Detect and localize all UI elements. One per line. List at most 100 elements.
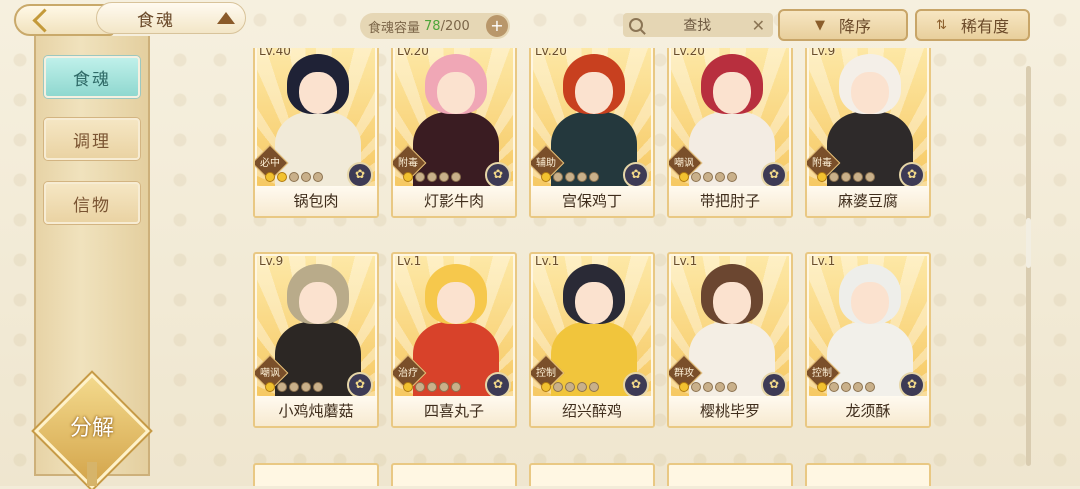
element-icon: ✿ bbox=[761, 372, 787, 398]
element-icon: ✿ bbox=[485, 162, 511, 188]
food-soul-card[interactable]: Lv.9 附毒 ✿ 麻婆豆腐 bbox=[805, 48, 931, 218]
star-icon bbox=[853, 172, 863, 182]
search-field[interactable]: 查找 ✕ bbox=[623, 13, 773, 37]
sort-order-button[interactable]: ▼ 降序 bbox=[778, 9, 908, 41]
star-icon bbox=[679, 172, 689, 182]
star-icon bbox=[577, 172, 587, 182]
tassel-ornament bbox=[87, 462, 97, 486]
role-tag-label: 辅助 bbox=[536, 158, 556, 169]
card-level: Lv.40 bbox=[259, 48, 291, 58]
sidebar-item-cooking[interactable]: 调理 bbox=[44, 118, 140, 160]
clear-search-icon[interactable]: ✕ bbox=[752, 16, 765, 35]
element-icon: ✿ bbox=[347, 162, 373, 188]
star-icon bbox=[727, 382, 737, 392]
sort-toggle-icon: ⇅ bbox=[936, 17, 947, 33]
food-soul-card[interactable]: Lv.1 控制 ✿ 龙须酥 bbox=[805, 252, 931, 428]
character-face bbox=[851, 72, 889, 114]
food-soul-card[interactable]: Lv.20 辅助 ✿ 宫保鸡丁 bbox=[529, 48, 655, 218]
food-soul-card[interactable]: Lv.20 附毒 ✿ 灯影牛肉 bbox=[391, 48, 517, 218]
star-rating bbox=[679, 172, 737, 182]
star-icon bbox=[565, 382, 575, 392]
star-icon bbox=[265, 382, 275, 392]
star-icon bbox=[865, 382, 875, 392]
card-level: Lv.1 bbox=[535, 254, 560, 268]
sidebar-item-label: 信物 bbox=[73, 195, 111, 216]
card-name: 麻婆豆腐 bbox=[807, 186, 929, 216]
card-name: 四喜丸子 bbox=[393, 396, 515, 426]
card-level: Lv.1 bbox=[811, 254, 836, 268]
food-soul-card[interactable]: Lv.40 必中 ✿ 锅包肉 bbox=[253, 48, 379, 218]
search-label: 查找 bbox=[683, 18, 712, 34]
food-soul-card-partial[interactable] bbox=[253, 463, 379, 486]
character-face bbox=[299, 72, 337, 114]
star-icon bbox=[817, 382, 827, 392]
star-icon bbox=[313, 172, 323, 182]
star-icon bbox=[541, 172, 551, 182]
sidebar-item-food-souls[interactable]: 食魂 bbox=[44, 56, 140, 98]
card-name: 樱桃毕罗 bbox=[669, 396, 791, 426]
card-name: 龙须酥 bbox=[807, 396, 929, 426]
card-level: Lv.9 bbox=[259, 254, 284, 268]
star-icon bbox=[415, 172, 425, 182]
star-icon bbox=[403, 172, 413, 182]
sidebar-item-tokens[interactable]: 信物 bbox=[44, 182, 140, 224]
role-tag-label: 控制 bbox=[812, 368, 832, 379]
food-soul-card-partial[interactable] bbox=[529, 463, 655, 486]
role-tag-label: 附毒 bbox=[398, 158, 418, 169]
star-icon bbox=[427, 172, 437, 182]
star-icon bbox=[577, 382, 587, 392]
star-icon bbox=[679, 382, 689, 392]
role-tag-label: 必中 bbox=[260, 158, 280, 169]
sidebar-item-label: 食魂 bbox=[73, 69, 111, 90]
character-face bbox=[299, 282, 337, 324]
decompose-label: 分解 bbox=[69, 416, 114, 441]
character-face bbox=[575, 72, 613, 114]
food-soul-card-partial[interactable] bbox=[391, 463, 517, 486]
page-title: 食魂 bbox=[137, 10, 175, 31]
sort-rarity-button[interactable]: ⇅ 稀有度 bbox=[915, 9, 1030, 41]
top-bar: 食魂 食魂容量 78 /200 + 查找 ✕ ▼ 降序 ⇅ 稀有度 bbox=[0, 0, 1080, 48]
star-icon bbox=[715, 382, 725, 392]
back-chevron-icon bbox=[31, 7, 57, 33]
food-soul-grid: Lv.40 必中 ✿ 锅包肉 Lv.20 附毒 ✿ 灯影牛肉 Lv.20 辅助 ✿ 宫保鸡丁 Lv.20… bbox=[253, 48, 935, 486]
character-face bbox=[437, 72, 475, 114]
star-icon bbox=[703, 172, 713, 182]
element-icon: ✿ bbox=[623, 372, 649, 398]
grid-scrollbar[interactable] bbox=[1026, 66, 1031, 466]
food-soul-card-partial[interactable] bbox=[805, 463, 931, 486]
star-icon bbox=[553, 382, 563, 392]
food-soul-card[interactable]: Lv.1 治疗 ✿ 四喜丸子 bbox=[391, 252, 517, 428]
star-icon bbox=[727, 172, 737, 182]
chef-hat-icon bbox=[217, 12, 235, 24]
role-tag-label: 群攻 bbox=[674, 368, 694, 379]
star-rating bbox=[817, 172, 875, 182]
capacity-label: 食魂容量 bbox=[368, 20, 421, 36]
star-icon bbox=[589, 172, 599, 182]
card-name: 灯影牛肉 bbox=[393, 186, 515, 216]
food-soul-card[interactable]: Lv.1 控制 ✿ 绍兴醉鸡 bbox=[529, 252, 655, 428]
star-icon bbox=[829, 172, 839, 182]
food-soul-card[interactable]: Lv.9 嘲讽 ✿ 小鸡炖蘑菇 bbox=[253, 252, 379, 428]
star-rating bbox=[265, 382, 323, 392]
element-icon: ✿ bbox=[761, 162, 787, 188]
character-face bbox=[851, 282, 889, 324]
card-level: Lv.20 bbox=[673, 48, 705, 58]
food-soul-card[interactable]: Lv.20 嘲讽 ✿ 带把肘子 bbox=[667, 48, 793, 218]
character-face bbox=[575, 282, 613, 324]
star-icon bbox=[301, 382, 311, 392]
sidebar-item-label: 调理 bbox=[73, 131, 111, 152]
element-icon: ✿ bbox=[485, 372, 511, 398]
card-name: 小鸡炖蘑菇 bbox=[255, 396, 377, 426]
star-icon bbox=[439, 382, 449, 392]
add-capacity-button[interactable]: + bbox=[486, 15, 508, 37]
role-tag-label: 治疗 bbox=[398, 368, 418, 379]
role-tag-label: 控制 bbox=[536, 368, 556, 379]
food-soul-card-partial[interactable] bbox=[667, 463, 793, 486]
star-icon bbox=[565, 172, 575, 182]
title-tab: 食魂 bbox=[96, 2, 246, 34]
star-icon bbox=[265, 172, 275, 182]
scroll-thumb[interactable] bbox=[1026, 218, 1031, 268]
sort-rarity-label: 稀有度 bbox=[960, 17, 1009, 36]
star-icon bbox=[301, 172, 311, 182]
food-soul-card[interactable]: Lv.1 群攻 ✿ 樱桃毕罗 bbox=[667, 252, 793, 428]
